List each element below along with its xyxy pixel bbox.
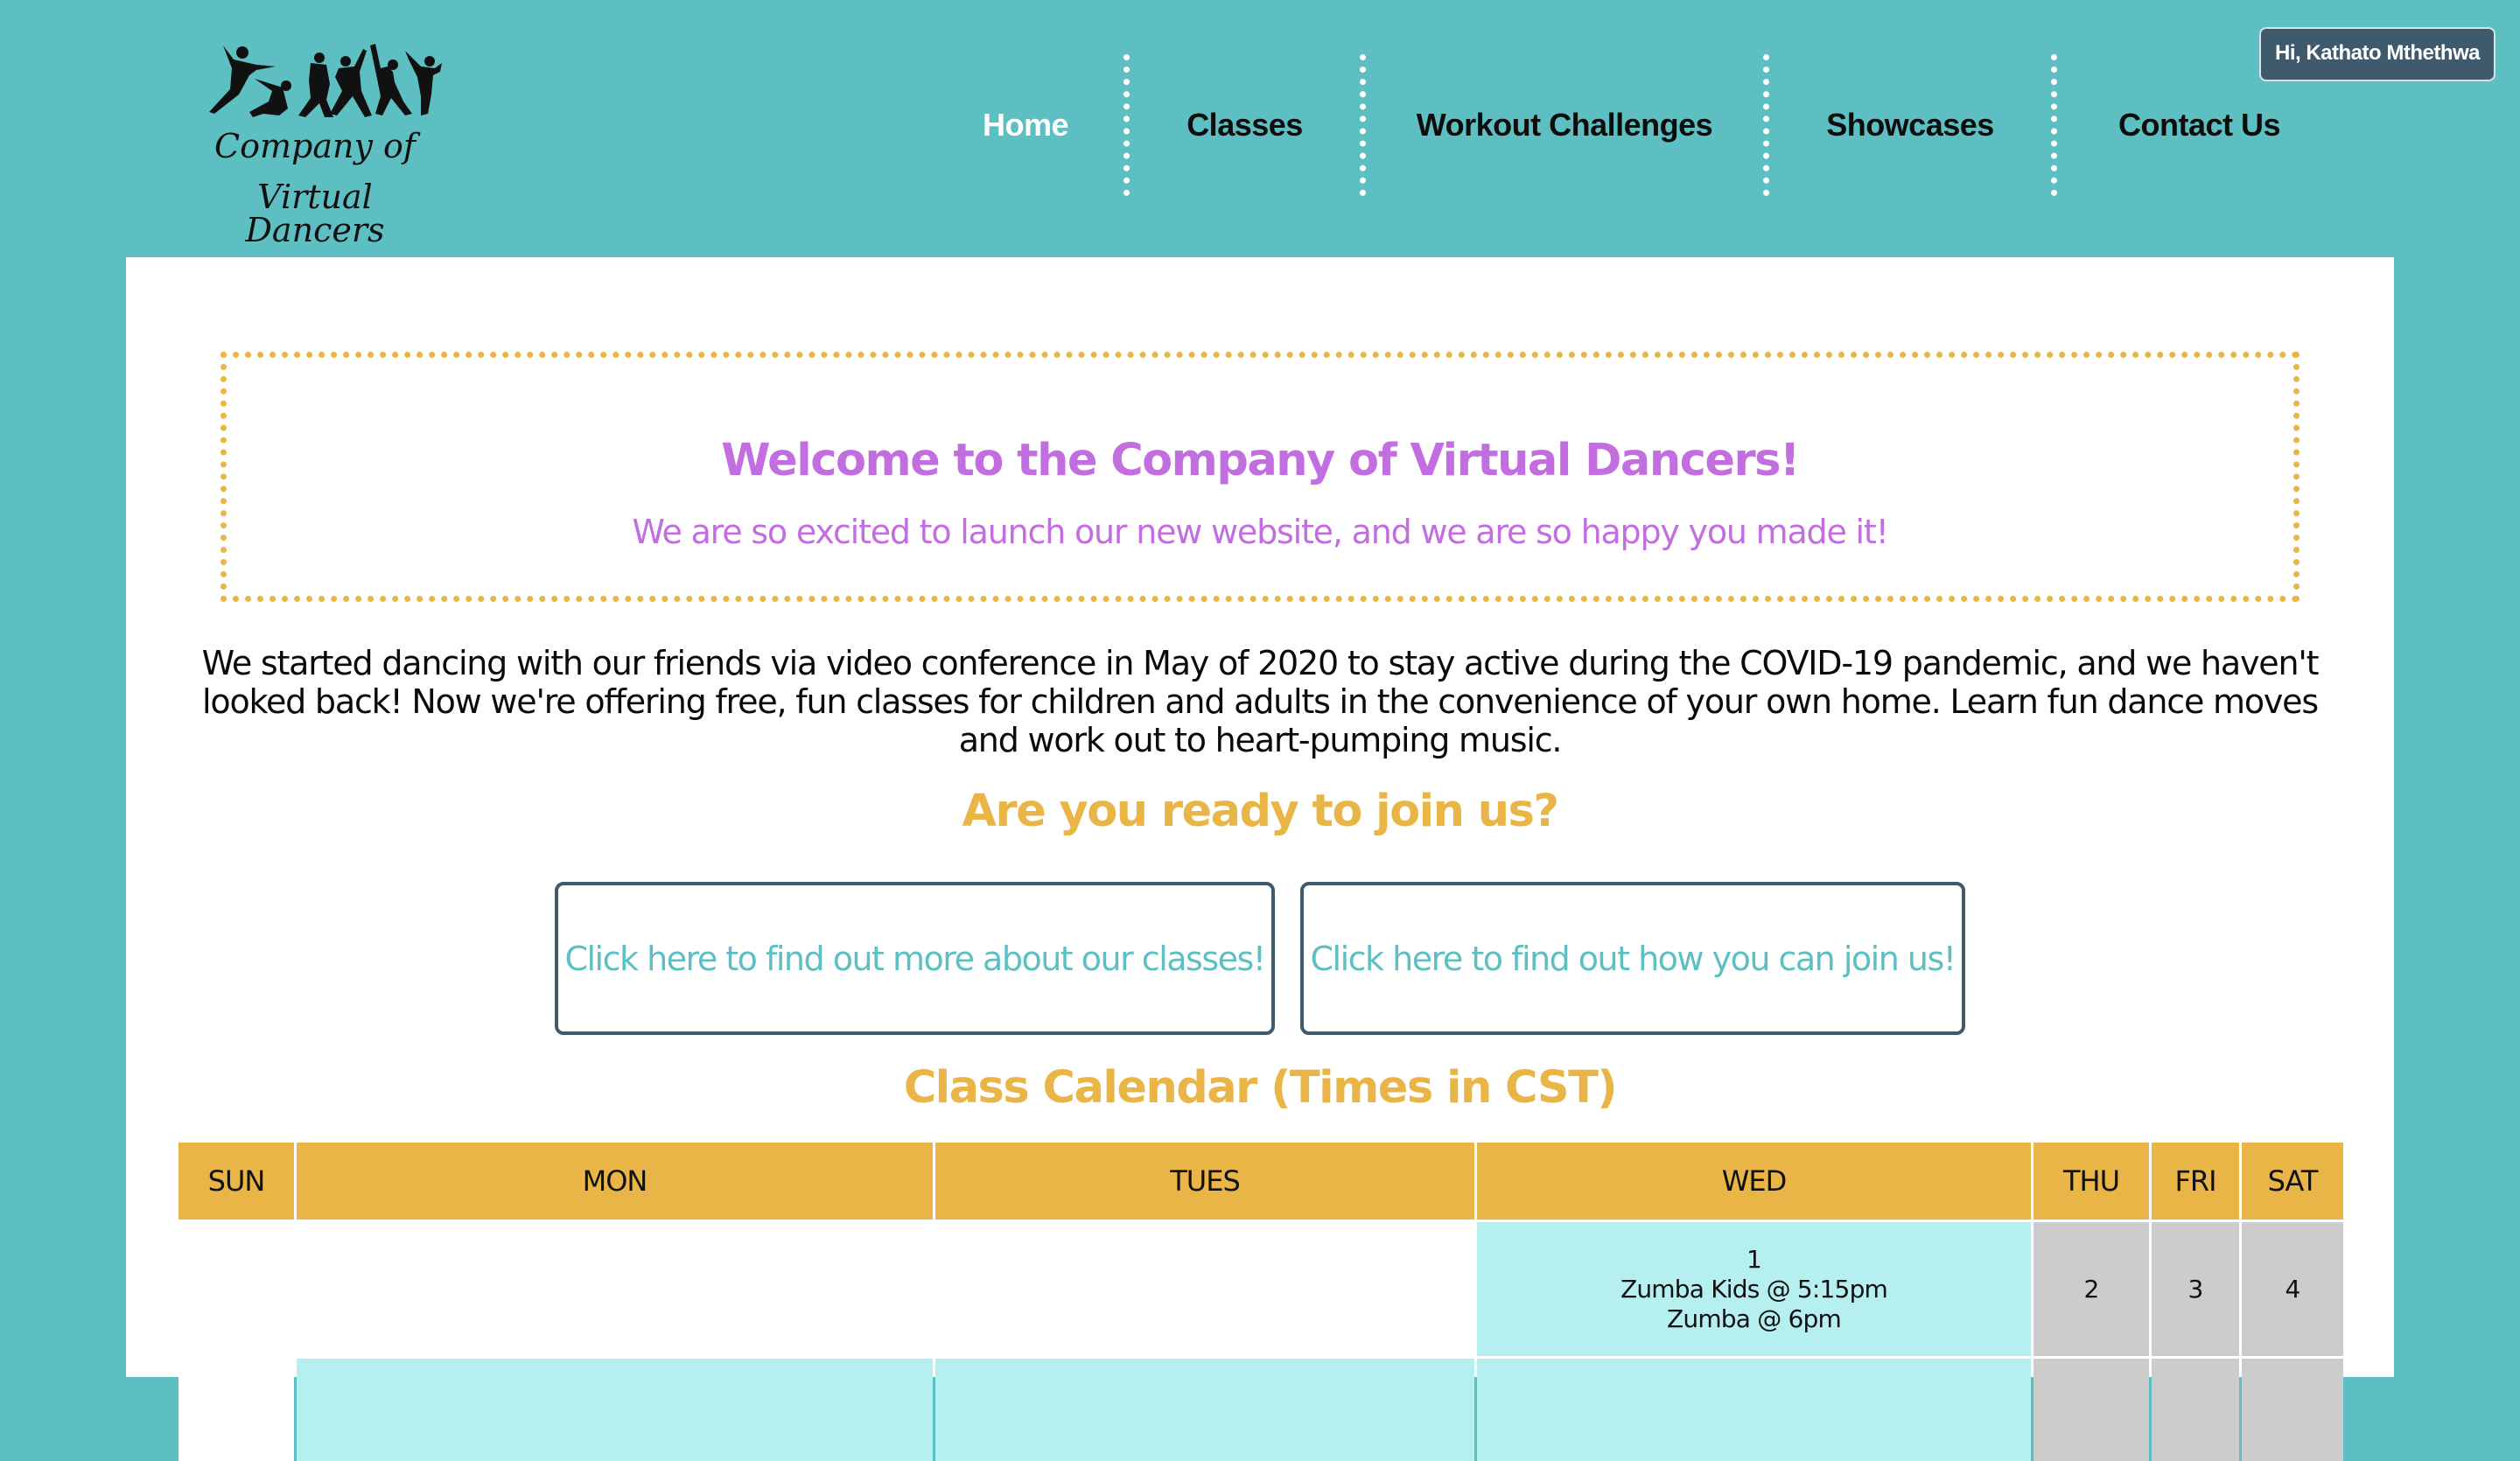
calendar-cell-mon (297, 1220, 933, 1356)
calendar-header-row: SUN MON TUES WED THU FRI SAT (178, 1143, 2343, 1220)
site-logo[interactable]: Company of Virtual Dancers (188, 33, 442, 247)
calendar-week-row: 1 Zumba Kids @ 5:15pm Zumba @ 6pm 2 3 4 (178, 1220, 2343, 1356)
calendar-cell-sun (178, 1220, 294, 1356)
nav-item-workout-challenges[interactable]: Workout Challenges (1366, 54, 1763, 196)
calendar-cell-thu (2034, 1356, 2149, 1461)
calendar-cell-mon[interactable] (297, 1356, 933, 1461)
user-greeting-badge[interactable]: Hi, Kathato Mthethwa (2259, 27, 2496, 81)
welcome-subtitle: We are so excited to launch our new webs… (632, 513, 1888, 551)
calendar-week-row (178, 1356, 2343, 1461)
join-us-button[interactable]: Click here to find out how you can join … (1300, 882, 1965, 1035)
calendar-cell-tues (935, 1220, 1474, 1356)
calendar-cell-wed[interactable]: 1 Zumba Kids @ 5:15pm Zumba @ 6pm (1477, 1220, 2031, 1356)
calendar-cell-sat: 4 (2242, 1220, 2343, 1356)
calendar-heading: Class Calendar (Times in CST) (903, 1062, 1618, 1114)
nav-divider (2051, 54, 2057, 196)
join-heading: Are you ready to join us? (962, 786, 1559, 837)
classes-info-button[interactable]: Click here to find out more about our cl… (555, 882, 1275, 1035)
day-header-sun: SUN (178, 1143, 294, 1220)
day-header-fri: FRI (2152, 1143, 2239, 1220)
calendar-cell-fri: 3 (2152, 1220, 2239, 1356)
nav-divider (1360, 54, 1366, 196)
nav-divider (1763, 54, 1769, 196)
dancers-silhouette-icon (209, 44, 442, 117)
nav-item-showcases[interactable]: Showcases (1769, 54, 2051, 196)
calendar-day-number: 2 (2083, 1274, 2099, 1304)
day-header-mon: MON (297, 1143, 933, 1220)
logo-text-line-1: Company of (214, 127, 416, 165)
day-header-tues: TUES (935, 1143, 1474, 1220)
calendar-day-number: 4 (2285, 1274, 2300, 1304)
calendar-cell-wed[interactable] (1477, 1356, 2031, 1461)
calendar-cell-tues[interactable] (935, 1356, 1474, 1461)
nav-item-classes[interactable]: Classes (1130, 54, 1360, 196)
class-calendar: SUN MON TUES WED THU FRI SAT 1 Zumba Kids… (176, 1143, 2346, 1461)
nav-item-home[interactable]: Home (928, 54, 1124, 196)
calendar-day-number: 1 (1746, 1244, 1762, 1274)
day-header-sat: SAT (2242, 1143, 2343, 1220)
day-header-wed: WED (1477, 1143, 2031, 1220)
calendar-cell-fri (2152, 1356, 2239, 1461)
calendar-cell-sun (178, 1356, 294, 1461)
calendar-cell-sat (2242, 1356, 2343, 1461)
calendar-cell-thu: 2 (2034, 1220, 2149, 1356)
main-content: Welcome to the Company of Virtual Dancer… (126, 257, 2394, 1461)
nav-divider (1124, 54, 1130, 196)
calendar-event: Zumba Kids @ 5:15pm (1620, 1274, 1888, 1304)
calendar-day-number: 3 (2188, 1274, 2203, 1304)
site-header: Company of Virtual Dancers Home Classes … (0, 0, 2520, 257)
calendar-event: Zumba @ 6pm (1667, 1304, 1842, 1333)
welcome-banner: Welcome to the Company of Virtual Dancer… (220, 352, 2300, 602)
welcome-title: Welcome to the Company of Virtual Dancer… (721, 435, 1800, 486)
logo-text-line-2: Virtual Dancers (245, 178, 385, 249)
day-header-thu: THU (2034, 1143, 2149, 1220)
main-nav: Home Classes Workout Challenges Showcase… (928, 54, 2342, 196)
intro-paragraph: We started dancing with our friends via … (201, 644, 2320, 759)
